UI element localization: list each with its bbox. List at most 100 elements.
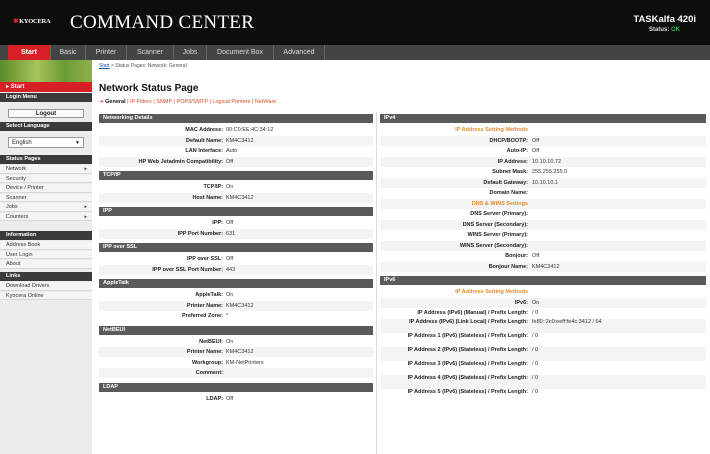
field-label-workgroup: Workgroup: <box>191 359 223 366</box>
tab-document-box[interactable]: Document Box <box>207 45 274 60</box>
sidebar-banner-image <box>0 60 92 82</box>
app-title: COMMAND CENTER <box>70 12 255 33</box>
sidebar-item-about[interactable]: About <box>0 260 92 269</box>
sidebar-item-scanner[interactable]: Scanner <box>0 193 92 202</box>
tab-netware[interactable]: NetWare <box>255 99 277 105</box>
sub-heading: IP Address Setting Methods <box>380 287 706 297</box>
tab-jobs[interactable]: Jobs <box>174 45 207 60</box>
sidebar-item-label: Jobs <box>6 204 18 210</box>
field-label-domain-name: Domain Name: <box>489 190 528 196</box>
select-language-heading: Select Language <box>0 122 92 131</box>
field-value: On <box>226 338 234 345</box>
field-value: On <box>532 299 540 306</box>
tab-ip-filters[interactable]: IP Filters <box>130 99 152 105</box>
field-value: KM4C3412 <box>226 194 254 201</box>
sidebar-item-user-login[interactable]: User Login <box>0 250 92 259</box>
field-label-preferred-zone: Preferred Zone: <box>182 313 223 319</box>
sidebar-item-network[interactable]: Network ▸ <box>0 165 92 174</box>
field-value: / 0 <box>532 310 539 316</box>
sidebar-item-device-printer[interactable]: Device / Printer <box>0 184 92 193</box>
tab-pop3-smtp[interactable]: POP3/SMTP <box>177 99 208 105</box>
field-value: KM4C3412 <box>532 263 560 270</box>
section-header-ldap: LDAP <box>99 382 373 392</box>
field-label-ip-address-5-ipv6-stateless-prefix-length: IP Address 5 (IPv6) (Stateless) / Prefix… <box>407 388 528 395</box>
sidebar-item-address-book[interactable]: Address Book <box>0 241 92 250</box>
field-row: IPv6: On <box>380 297 706 308</box>
field-label-hp-web-jetadmin-compatibility: HP Web Jetadmin Compatibility: <box>138 158 223 165</box>
field-label-default-gateway: Default Gateway: <box>483 179 528 186</box>
field-label-appletalk: AppleTalk: <box>195 292 223 298</box>
field-row: WINS Server (Primary): <box>380 230 706 240</box>
top-header: ✱KYOCERA COMMAND CENTER TASKalfa 420i St… <box>0 0 710 45</box>
sidebar: ▸ Start Login Menu Logout Select Languag… <box>0 60 92 454</box>
field-value: * <box>226 313 229 319</box>
logout-button[interactable]: Logout <box>8 109 84 118</box>
field-value: / 0 <box>532 374 539 381</box>
field-value: / 0 <box>532 346 539 353</box>
tab-printer[interactable]: Printer <box>86 45 127 60</box>
field-row: Default Name: KM4C3412 <box>99 135 373 146</box>
sidebar-item-label: Address Book <box>6 242 41 248</box>
field-value: Off <box>532 148 540 154</box>
field-value: Auto <box>226 148 238 154</box>
field-row: WINS Server (Secondary): <box>380 240 706 251</box>
column-divider <box>376 112 377 454</box>
field-row: TCP/IP: On <box>99 182 373 192</box>
field-label-printer-name: Printer Name: <box>186 302 223 309</box>
field-label-ipp-over-ssl-port-number: IPP over SSL Port Number: <box>152 266 223 273</box>
breadcrumb-path: > Status Pages: Network: General <box>109 63 187 69</box>
field-label-subnet-mask: Subnet Mask: <box>492 169 528 175</box>
tab-basic[interactable]: Basic <box>51 45 86 60</box>
field-value: fe80::2c0:eeff:fe4c:3412 / 64 <box>532 318 602 325</box>
sidebar-item-label: Counters <box>6 213 29 220</box>
field-row: MAC Address: 00:C0:EE:4C:34:12 <box>99 125 373 135</box>
field-row: DNS Server (Secondary): <box>380 219 706 230</box>
field-label-ip-address-3-ipv6-stateless-prefix-length: IP Address 3 (IPv6) (Stateless) / Prefix… <box>407 360 528 367</box>
field-label-ip-address-2-ipv6-stateless-prefix-length: IP Address 2 (IPv6) (Stateless) / Prefix… <box>407 346 528 353</box>
tab-scanner[interactable]: Scanner <box>127 45 174 60</box>
field-label-bonjour-name: Bonjour Name: <box>488 263 528 270</box>
field-row: AppleTalk: On <box>99 290 373 300</box>
field-row: IPP: Off <box>99 218 373 228</box>
sidebar-item-jobs[interactable]: Jobs ▸ <box>0 203 92 212</box>
language-select[interactable]: English ▼ <box>8 137 84 148</box>
field-label-ip-address-1-ipv6-stateless-prefix-length: IP Address 1 (IPv6) (Stateless) / Prefix… <box>407 332 528 339</box>
login-menu-heading: Login Menu <box>0 93 92 102</box>
field-value: Off <box>226 256 234 262</box>
field-row: IP Address 2 (IPv6) (Stateless) / Prefix… <box>380 346 706 361</box>
sub-heading-label: IP Address Setting Methods <box>455 289 528 295</box>
section-header-ipp: IPP <box>99 207 373 216</box>
sidebar-item-kyocera-online[interactable]: Kyocera Online <box>0 291 92 300</box>
chevron-right-icon: ▸ <box>84 213 87 220</box>
field-value: / 0 <box>532 332 539 339</box>
tab-general[interactable]: General <box>105 99 125 105</box>
tab-advanced[interactable]: Advanced <box>274 45 325 60</box>
field-row: Host Name: KM4C3412 <box>99 192 373 203</box>
field-row: IP Address 4 (IPv6) (Stateless) / Prefix… <box>380 374 706 389</box>
field-label-auto-ip: Auto-IP: <box>506 148 528 154</box>
model-name: TASKalfa 420i <box>633 14 696 25</box>
sidebar-item-download-drivers[interactable]: Download Drivers <box>0 282 92 291</box>
field-row: Workgroup: KM-NetPrinters <box>99 358 373 368</box>
sidebar-item-label: About <box>6 261 21 267</box>
field-label-dns-server-secondary: DNS Server (Secondary): <box>462 221 528 228</box>
field-value: 10.10.10.1 <box>532 179 558 186</box>
tab-start[interactable]: Start <box>8 45 51 60</box>
sidebar-start[interactable]: ▸ Start <box>0 82 92 92</box>
field-value: / 0 <box>532 360 539 367</box>
field-row: IP Address (IPv6) (Link Local) / Prefix … <box>380 318 706 333</box>
sidebar-item-label: Security <box>6 175 26 182</box>
field-row: DHCP/BOOTP: Off <box>380 135 706 146</box>
sidebar-item-counters[interactable]: Counters ▸ <box>0 212 92 221</box>
breadcrumb-start-link[interactable]: Start <box>99 63 110 69</box>
section-header-appletalk: AppleTalk <box>99 279 373 288</box>
tab-snmp[interactable]: SNMP <box>156 99 172 105</box>
field-row: NetBEUI: On <box>99 337 373 347</box>
field-row: IPP over SSL: Off <box>99 254 373 264</box>
tab-logical-printers[interactable]: Logical Printers <box>212 99 250 105</box>
status-pages-heading: Status Pages <box>0 155 92 164</box>
sidebar-item-security[interactable]: Security <box>0 174 92 183</box>
sub-heading: DNS & WINS Settings <box>380 198 706 209</box>
sidebar-item-label: Download Drivers <box>6 283 50 289</box>
field-value: On <box>226 184 234 190</box>
